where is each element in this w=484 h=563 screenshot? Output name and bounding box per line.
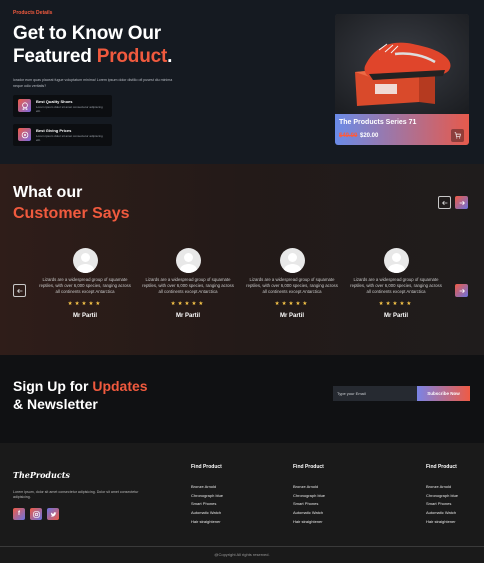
hero-title: Get to Know Our Featured Product. (13, 22, 172, 68)
product-image (335, 14, 469, 114)
next-arrow-icon[interactable] (455, 196, 468, 209)
feature-prices: Best Giving Prices Lorem ipsum dolor sit… (13, 124, 112, 146)
footer-brand-logo[interactable]: TheProducts (13, 470, 70, 480)
product-name: The Products Series 71 (339, 119, 417, 126)
footer-link[interactable]: Smart Phones (426, 500, 458, 509)
instagram-icon[interactable] (30, 508, 42, 520)
testimonials-title-line2: Customer Says (13, 205, 130, 222)
footer-link[interactable]: Chronograph blue (426, 492, 458, 501)
footer-column: Find Product Bronze Arnold Chronograph b… (191, 464, 223, 527)
cart-icon[interactable] (451, 129, 464, 142)
footer-link-list: Bronze Arnold Chronograph blue Smart Pho… (191, 483, 223, 527)
footer-column-title: Find Product (191, 464, 222, 470)
testimonial-card: Lizards are a widespread group of squama… (244, 248, 340, 319)
carousel-prev-arrow-icon[interactable] (13, 284, 26, 297)
footer-link[interactable]: Automatic Watch (293, 509, 325, 518)
footer-column: Find Product Bronze Arnold Chronograph b… (293, 464, 325, 527)
newsletter-title-line2: & Newsletter (13, 396, 98, 412)
testimonial-name: Mr Partil (175, 313, 200, 319)
hero-title-suffix: . (167, 46, 173, 67)
hero-section: Products Details Get to Know Our Feature… (0, 0, 484, 164)
footer-link[interactable]: Chronograph blue (191, 492, 223, 501)
subscribe-button[interactable]: Subscribe Now (417, 386, 470, 401)
rating-stars: ★★★★★ (378, 301, 414, 307)
testimonial-text: Lizards are a widespread group of squama… (39, 277, 131, 294)
hero-eyebrow: Products Details (13, 10, 53, 16)
copyright-text: @Copyright All rights reserved. (214, 552, 270, 557)
testimonial-name: Mr Partil (72, 313, 97, 319)
feature-text: Lorem ipsum dolor sit amet consectetur a… (36, 134, 103, 142)
prev-arrow-icon[interactable] (438, 196, 451, 209)
footer-link[interactable]: Smart Phones (191, 500, 223, 509)
carousel-next-arrow-icon[interactable] (455, 284, 468, 297)
footer-link[interactable]: Bronze Arnold (293, 483, 325, 492)
avatar (279, 248, 305, 273)
testimonial-name: Mr Partil (279, 313, 304, 319)
footer-link[interactable]: Hair straightener (191, 518, 223, 527)
testimonials-section: What our Customer Says Lizards are a wid… (0, 164, 484, 355)
footer-link[interactable]: Bronze Arnold (426, 483, 458, 492)
testimonial-text: Lizards are a widespread group of squama… (350, 277, 442, 294)
newsletter-title-prefix: Sign Up for (13, 378, 93, 394)
email-field[interactable] (333, 386, 417, 401)
footer: TheProducts Lorem ipsum, dolor sit amet … (0, 443, 484, 563)
feature-title: Best Giving Prices (36, 128, 72, 133)
footer-column-title: Find Product (293, 464, 324, 470)
product-card[interactable]: The Products Series 71 $40.00 $20.00 (335, 14, 469, 145)
testimonials-title: What our Customer Says (13, 182, 130, 224)
testimonial-text: Lizards are a widespread group of squama… (142, 277, 234, 294)
footer-column: Find Product Bronze Arnold Chronograph b… (426, 464, 458, 527)
testimonial-card: Lizards are a widespread group of squama… (37, 248, 133, 319)
footer-description: Lorem ipsum, dolor sit amet consectetur … (13, 490, 139, 499)
hero-description: lorador eum quas placeat fugue voluptatu… (13, 78, 173, 88)
footer-column-title: Find Product (426, 464, 457, 470)
footer-link[interactable]: Automatic Watch (191, 509, 223, 518)
footer-divider (0, 546, 484, 547)
rating-stars: ★★★★★ (67, 301, 103, 307)
rating-stars: ★★★★★ (170, 301, 206, 307)
feature-title: Best Quality Shoes (36, 99, 73, 104)
facebook-icon[interactable]: f (13, 508, 25, 520)
testimonial-card: Lizards are a widespread group of squama… (348, 248, 444, 319)
newsletter-title: Sign Up for Updates & Newsletter (13, 377, 148, 413)
footer-link-list: Bronze Arnold Chronograph blue Smart Pho… (426, 483, 458, 527)
feature-text: Lorem ipsum dolor sit amet consectetur a… (36, 105, 103, 113)
footer-link[interactable]: Hair straightener (293, 518, 325, 527)
footer-link[interactable]: Smart Phones (293, 500, 325, 509)
footer-link[interactable]: Hair straightener (426, 518, 458, 527)
price-tag-icon (18, 128, 31, 141)
avatar (383, 248, 409, 273)
feature-quality: Best Quality Shoes Lorem ipsum dolor sit… (13, 95, 112, 117)
footer-link-list: Bronze Arnold Chronograph blue Smart Pho… (293, 483, 325, 527)
avatar (72, 248, 98, 273)
newsletter-title-accent: Updates (92, 378, 148, 394)
footer-link[interactable]: Bronze Arnold (191, 483, 223, 492)
product-new-price: $20.00 (360, 133, 379, 139)
twitter-icon[interactable] (47, 508, 59, 520)
footer-link[interactable]: Chronograph blue (293, 492, 325, 501)
testimonial-card: Lizards are a widespread group of squama… (140, 248, 236, 319)
testimonial-text: Lizards are a widespread group of squama… (246, 277, 338, 294)
product-info-bar: The Products Series 71 $40.00 $20.00 (335, 114, 469, 145)
hero-title-line1: Get to Know Our (13, 23, 161, 44)
testimonials-title-line1: What our (13, 184, 83, 201)
product-old-price: $40.00 (339, 133, 358, 139)
hero-title-accent: Product (96, 46, 168, 67)
testimonial-name: Mr Partil (383, 313, 408, 319)
footer-link[interactable]: Automatic Watch (426, 509, 458, 518)
avatar (175, 248, 201, 273)
rating-stars: ★★★★★ (274, 301, 310, 307)
award-icon (18, 99, 31, 112)
hero-title-prefix: Featured (13, 46, 97, 67)
